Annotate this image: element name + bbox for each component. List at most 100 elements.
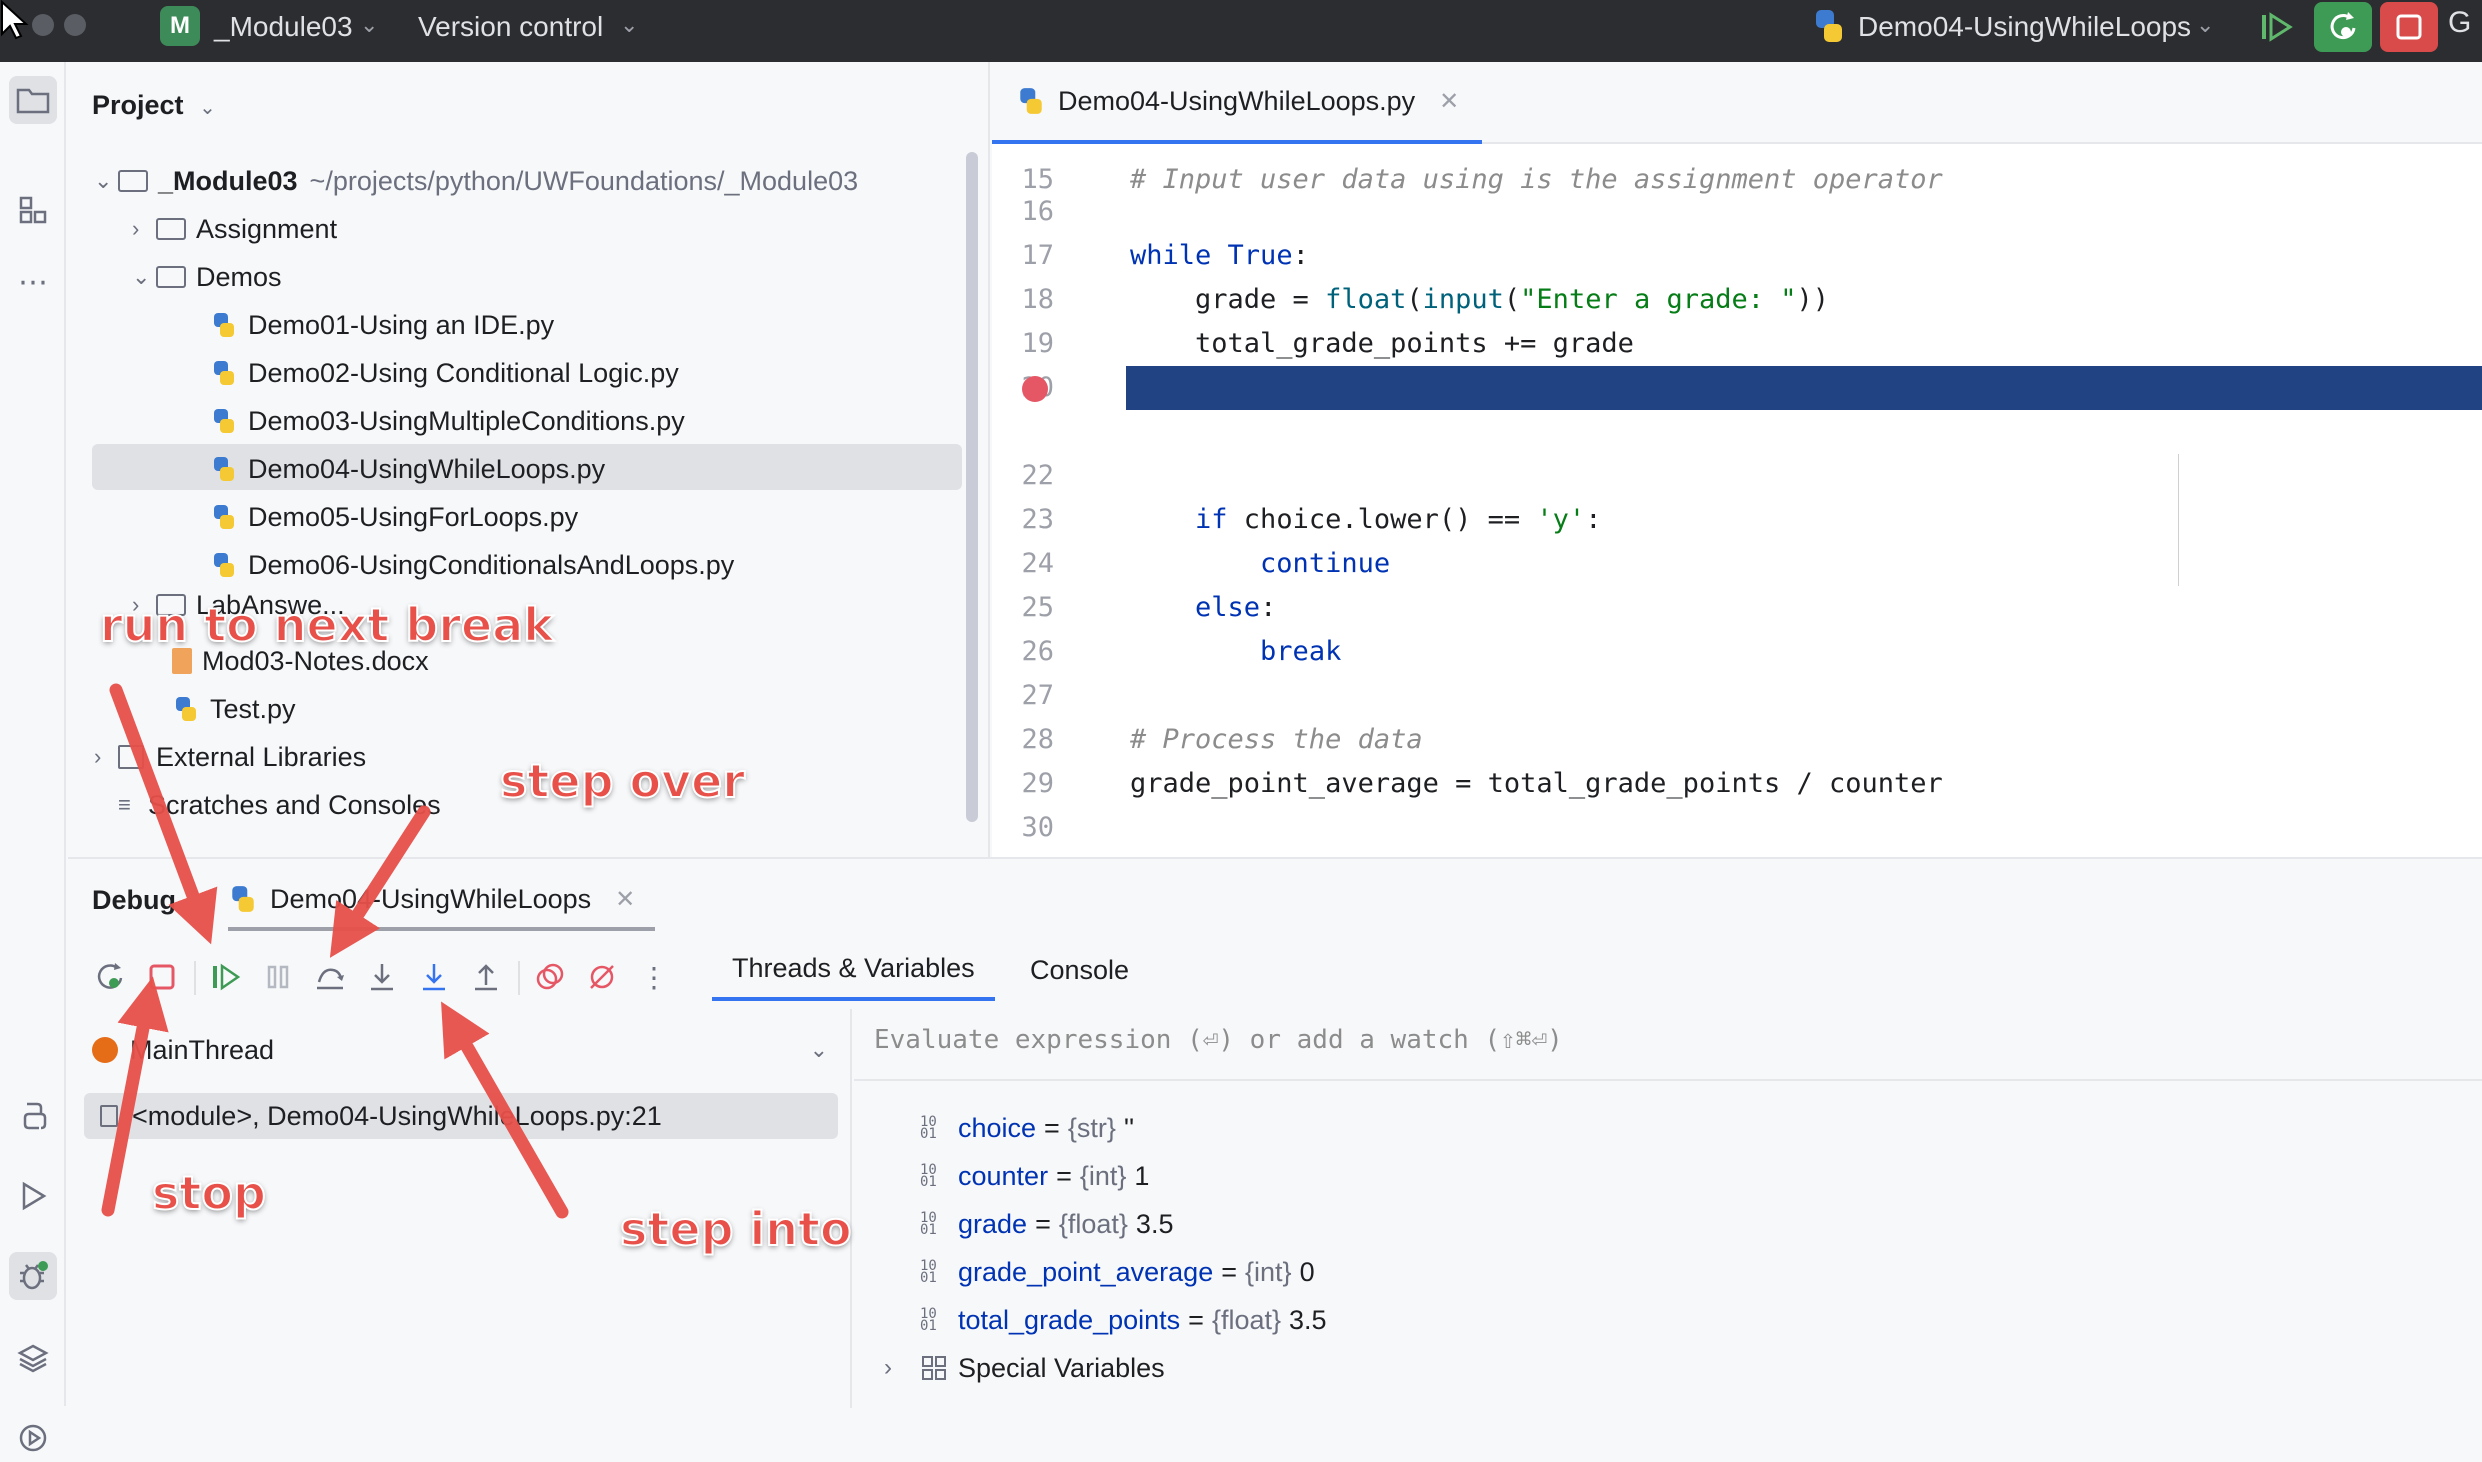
step-out-icon[interactable] xyxy=(466,957,506,997)
step-into-my-code-icon[interactable] xyxy=(414,957,454,997)
tree-item-file[interactable]: Test.py xyxy=(172,686,296,732)
tab-threads-variables[interactable]: Threads & Variables xyxy=(712,939,995,1001)
run-icon[interactable] xyxy=(9,1172,57,1220)
stack-frame-row[interactable]: <module>, Demo04-UsingWhileLoops.py:21 xyxy=(84,1093,838,1139)
code-line: 27 # Process the data xyxy=(1021,680,1423,755)
tree-item-assignment[interactable]: › Assignment xyxy=(132,206,337,252)
project-name[interactable]: _Module03 xyxy=(214,8,353,46)
services-icon[interactable] xyxy=(9,1414,57,1462)
project-scrollbar[interactable] xyxy=(966,152,978,822)
chevron-down-icon[interactable]: ⌄ xyxy=(810,1037,828,1063)
code-line: 19 counter += 1 xyxy=(1021,328,1390,403)
layers-icon[interactable] xyxy=(9,1334,57,1382)
python-file-icon xyxy=(214,553,234,577)
frame-icon xyxy=(100,1105,118,1127)
more-tools-icon[interactable]: ⋯ xyxy=(9,258,57,306)
tree-item-file-selected[interactable]: Demo04-UsingWhileLoops.py xyxy=(210,446,605,492)
structure-icon[interactable] xyxy=(9,186,57,234)
folder-icon xyxy=(118,170,148,192)
debug-session-tab[interactable]: Demo04-UsingWhileLoops ✕ xyxy=(228,871,656,931)
library-icon xyxy=(118,745,144,769)
resume-program-icon[interactable] xyxy=(2248,2,2306,52)
grid-icon xyxy=(922,1356,946,1380)
more-options-icon[interactable]: ⋮ xyxy=(634,957,674,997)
python-file-icon xyxy=(176,697,196,721)
debug-title: Debug xyxy=(92,885,176,915)
project-panel: Project ⌄ ⌄ _Module03 ~/projects/python/… xyxy=(68,62,990,857)
close-icon[interactable]: ✕ xyxy=(615,885,635,914)
pause-icon[interactable] xyxy=(258,957,298,997)
run-config-selector[interactable]: Demo04-UsingWhileLoops xyxy=(1858,8,2191,46)
chevron-down-icon[interactable]: ⌄ xyxy=(94,168,118,194)
chevron-down-icon[interactable]: ⌄ xyxy=(132,264,156,290)
debug-panel: Debug Demo04-UsingWhileLoops ✕ ⋮ Threads… xyxy=(68,857,2482,1408)
version-control-menu[interactable]: Version control xyxy=(418,8,603,46)
code-editor: Demo04-UsingWhileLoops.py ✕ 15 # Input us… xyxy=(992,62,2482,857)
code-line: 22 if choice.lower() == 'y': xyxy=(1021,460,1602,535)
project-badge-icon[interactable]: M xyxy=(160,6,200,46)
code-line: 17 grade = float(input("Enter a grade: "… xyxy=(1021,240,1830,315)
window-zoom-button[interactable] xyxy=(64,14,86,36)
code-line: 30 if grade_point_average >= 4.0: xyxy=(1021,812,1617,857)
variable-icon: 10 01 xyxy=(920,1210,937,1238)
view-breakpoints-icon[interactable] xyxy=(530,957,570,997)
project-folder-icon[interactable] xyxy=(9,76,57,124)
tree-item-file[interactable]: Demo01-Using an IDE.py xyxy=(210,302,554,348)
tree-item-file[interactable]: Demo03-UsingMultipleConditions.py xyxy=(210,398,685,444)
tree-item-external-libraries[interactable]: › External Libraries xyxy=(94,734,366,780)
debug-bug-icon[interactable] xyxy=(9,1252,57,1300)
python-icon xyxy=(232,886,254,912)
rerun-debug-button[interactable] xyxy=(2314,2,2372,52)
evaluate-expression-input[interactable]: Evaluate expression (⏎) or add a watch (… xyxy=(874,1025,1563,1055)
chevron-down-icon[interactable]: ⌄ xyxy=(2196,12,2214,38)
step-over-icon[interactable] xyxy=(310,957,350,997)
chevron-down-icon[interactable]: ⌄ xyxy=(199,97,216,119)
python-file-icon xyxy=(214,313,234,337)
tab-console[interactable]: Console xyxy=(1010,939,1149,1001)
code-line: 23 continue xyxy=(1021,504,1391,579)
tree-item-file[interactable]: Demo06-UsingConditionalsAndLoops.py xyxy=(210,542,734,588)
project-panel-title[interactable]: Project ⌄ xyxy=(92,90,216,121)
rerun-icon[interactable] xyxy=(90,957,130,997)
tree-item-demos[interactable]: ⌄ Demos xyxy=(132,254,282,300)
chevron-right-icon[interactable]: › xyxy=(884,1354,920,1382)
chevron-right-icon[interactable]: › xyxy=(94,744,118,770)
scratches-icon: ≡ xyxy=(118,792,131,817)
python-console-icon[interactable] xyxy=(9,1092,57,1140)
close-icon[interactable]: ✕ xyxy=(1439,87,1459,116)
stop-button[interactable] xyxy=(2380,2,2438,52)
title-bar: M _Module03 ⌄ Version control ⌄ Demo04-U… xyxy=(0,0,2482,62)
annotation-run-to-next-break: run to next break xyxy=(99,597,555,653)
chevron-right-icon[interactable]: › xyxy=(132,216,156,242)
special-variables-row[interactable]: › Special Variables xyxy=(884,1345,1165,1391)
code-line: 25 break xyxy=(1021,592,1342,667)
current-line-highlight xyxy=(1126,366,2482,410)
chevron-down-icon[interactable]: ⌄ xyxy=(620,12,638,38)
annotation-stop: stop xyxy=(151,1165,267,1221)
tree-root[interactable]: ⌄ _Module03 ~/projects/python/UWFoundati… xyxy=(94,158,858,204)
chevron-down-icon[interactable]: ⌄ xyxy=(360,12,378,38)
mute-breakpoints-icon[interactable] xyxy=(582,957,622,997)
window-minimize-button[interactable] xyxy=(32,14,54,36)
variable-row[interactable]: 10 01 grade_point_average = {int} 0 xyxy=(920,1249,1315,1295)
variable-row[interactable]: 10 01 grade = {float} 3.5 xyxy=(920,1201,1173,1247)
variable-row[interactable]: 10 01 choice = {str} '' xyxy=(920,1105,1134,1151)
step-into-icon[interactable] xyxy=(362,957,402,997)
stop-icon[interactable] xyxy=(142,957,182,997)
code-area[interactable]: 15 # Input user data using is the assignm… xyxy=(992,144,2482,857)
python-file-icon xyxy=(1020,88,1042,114)
breakpoint-icon[interactable] xyxy=(1022,376,1048,402)
annotation-step-over: step over xyxy=(499,753,746,809)
tree-item-file[interactable]: Demo02-Using Conditional Logic.py xyxy=(210,350,679,396)
variable-row[interactable]: 10 01 total_grade_points = {float} 3.5 xyxy=(920,1297,1327,1343)
thread-selector[interactable]: MainThread ⌄ xyxy=(88,1027,838,1073)
tree-item-file[interactable]: Demo05-UsingForLoops.py xyxy=(210,494,578,540)
resume-program-icon[interactable] xyxy=(206,957,246,997)
more-icon[interactable]: G xyxy=(2448,4,2471,42)
variable-row[interactable]: 10 01 counter = {int} 1 xyxy=(920,1153,1149,1199)
tree-item-scratches[interactable]: ≡ Scratches and Consoles xyxy=(118,782,441,828)
code-line: 31 message = " A GPA of {:.2f} equals an… xyxy=(992,806,2482,857)
python-file-icon xyxy=(214,505,234,529)
toolbar-separator xyxy=(518,961,520,995)
editor-tab[interactable]: Demo04-UsingWhileLoops.py ✕ xyxy=(992,62,1482,144)
